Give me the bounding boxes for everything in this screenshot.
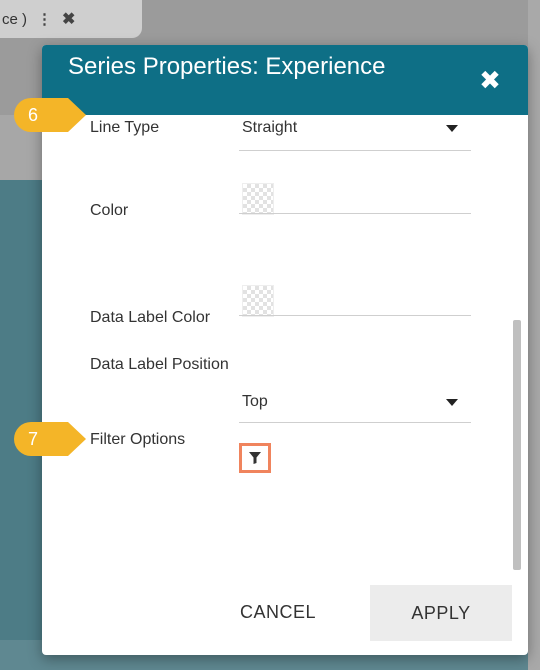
close-tab-icon[interactable]: ✖ <box>62 9 75 29</box>
dialog-header: Series Properties: Experience ✖ <box>42 45 528 115</box>
data-label-color-label: Data Label Color <box>90 309 211 326</box>
step-callout-7: 7 <box>14 422 86 456</box>
data-label-position-select[interactable]: Top <box>239 385 471 421</box>
line-type-select[interactable]: Straight <box>239 115 471 151</box>
line-type-label: Line Type <box>90 119 160 136</box>
background-tab[interactable]: ce ) ⋮ ✖ <box>0 0 142 38</box>
color-underline <box>239 213 471 214</box>
dialog-title: Series Properties: Experience <box>68 53 386 80</box>
background-strip <box>528 0 540 670</box>
data-label-position-label: Data Label Position <box>90 356 229 373</box>
background-tab-label: ce ) <box>2 10 28 28</box>
filter-icon <box>249 452 261 464</box>
cancel-button[interactable]: CANCEL <box>218 585 338 639</box>
step-number: 7 <box>27 429 38 449</box>
line-type-value: Straight <box>242 119 298 136</box>
step-number: 6 <box>27 105 38 125</box>
line-type-underline <box>239 150 471 151</box>
data-label-position-underline <box>239 422 471 423</box>
apply-button[interactable]: APPLY <box>370 585 512 641</box>
filter-options-button[interactable] <box>239 443 271 473</box>
scrollbar-thumb[interactable] <box>513 320 521 570</box>
chevron-down-icon <box>446 125 458 132</box>
background-panel <box>0 180 42 640</box>
data-label-color-swatch[interactable] <box>242 285 274 317</box>
data-label-position-value: Top <box>242 393 268 410</box>
filter-options-label: Filter Options <box>90 431 186 448</box>
step-callout-6: 6 <box>14 98 86 132</box>
chevron-down-icon <box>446 399 458 406</box>
close-icon[interactable]: ✖ <box>478 67 502 93</box>
color-swatch[interactable] <box>242 183 274 215</box>
more-options-icon[interactable]: ⋮ <box>37 10 52 28</box>
color-label: Color <box>90 202 129 219</box>
data-label-color-underline <box>239 315 471 316</box>
series-properties-dialog: Series Properties: Experience ✖ Line Typ… <box>42 45 528 655</box>
